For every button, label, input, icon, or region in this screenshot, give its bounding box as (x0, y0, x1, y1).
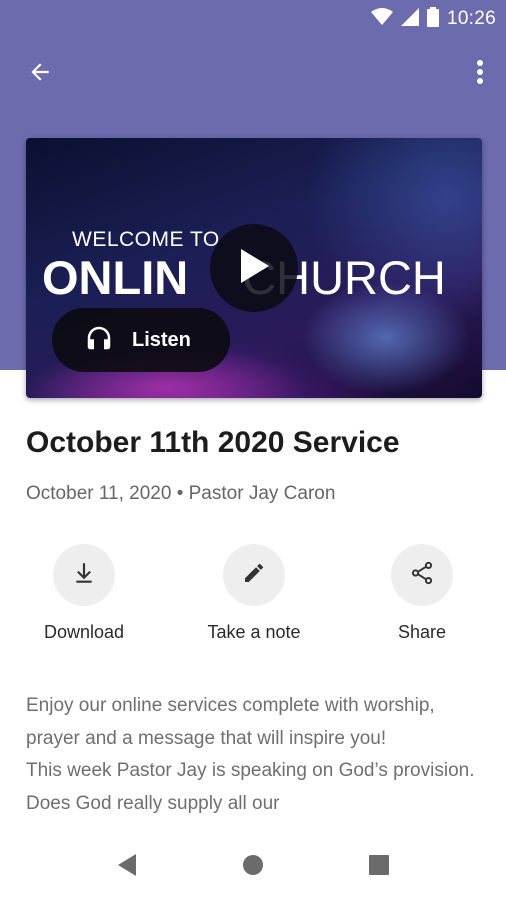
share-icon (409, 560, 435, 591)
nav-home-icon (242, 854, 264, 881)
description-paragraph-2: This week Pastor Jay is speaking on God’… (26, 760, 475, 814)
app-bar (0, 44, 506, 104)
sermon-meta: October 11, 2020 • Pastor Jay Caron (26, 483, 336, 504)
listen-button[interactable]: Listen (52, 308, 230, 372)
status-icons: 10:26 (370, 6, 496, 32)
take-note-action[interactable]: Take a note (184, 544, 324, 654)
media-thumbnail[interactable]: WELCOME TO ONLIN CHURCH Listen (26, 138, 482, 398)
more-vert-icon (476, 59, 484, 90)
arrow-back-icon (27, 59, 53, 90)
sermon-title: October 11th 2020 Service (26, 426, 400, 459)
battery-icon (426, 6, 439, 32)
thumbnail-welcome-text: WELCOME TO (72, 228, 220, 251)
thumbnail-title-bold: ONLIN (42, 251, 189, 304)
status-time: 10:26 (446, 8, 496, 29)
listen-label: Listen (132, 328, 191, 351)
nav-back-button[interactable] (112, 852, 142, 882)
description-paragraph-1: Enjoy our online services complete with … (26, 695, 435, 749)
play-button[interactable] (210, 224, 298, 312)
cellular-signal-icon (400, 7, 419, 31)
share-label: Share (397, 622, 447, 642)
download-button[interactable] (53, 544, 115, 606)
download-action[interactable]: Download (14, 544, 154, 654)
headphones-icon (84, 323, 114, 358)
more-options-button[interactable] (466, 52, 494, 96)
nav-recents-button[interactable] (364, 852, 394, 882)
sermon-description: Enjoy our online services complete with … (26, 690, 486, 832)
download-icon (71, 560, 97, 591)
take-note-button[interactable] (223, 544, 285, 606)
download-label: Download (43, 622, 125, 642)
status-bar: 10:26 (0, 0, 506, 38)
wifi-icon (370, 7, 393, 31)
nav-recents-icon (368, 854, 390, 881)
pencil-icon (242, 561, 266, 590)
back-button[interactable] (18, 52, 62, 96)
share-action[interactable]: Share (352, 544, 492, 654)
play-icon (237, 247, 271, 290)
nav-home-button[interactable] (238, 852, 268, 882)
take-note-label: Take a note (207, 622, 301, 642)
system-navigation-bar (0, 832, 506, 900)
share-button[interactable] (391, 544, 453, 606)
nav-back-icon (116, 853, 138, 882)
